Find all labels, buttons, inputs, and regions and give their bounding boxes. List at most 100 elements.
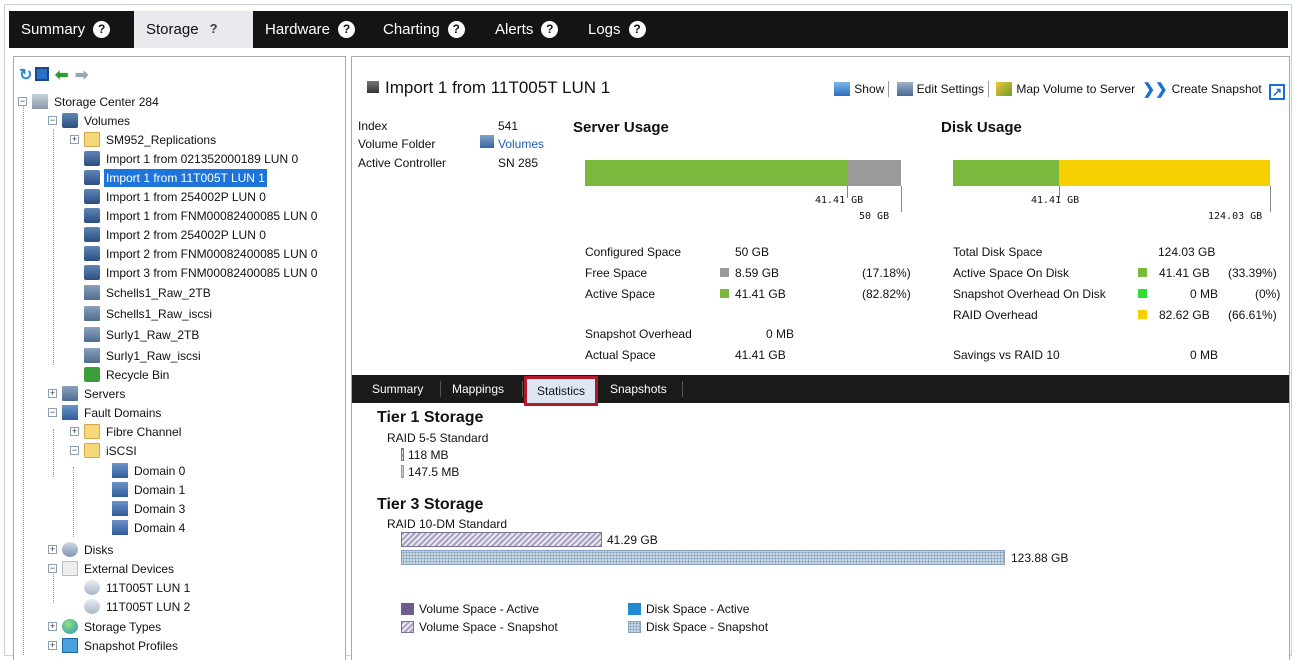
expand-icon[interactable]: + [70, 135, 79, 144]
tree-item-volume-selected[interactable]: Import 1 from 11T005T LUN 1 [48, 169, 338, 187]
map-volume-button[interactable]: Map Volume to Server [996, 82, 1135, 96]
legend-label: Disk Space - Active [646, 602, 750, 616]
snapshot-overhead-on-disk-value: 0 MB [1190, 287, 1219, 301]
edit-settings-label: Edit Settings [916, 82, 985, 96]
storage-center-icon [32, 94, 48, 109]
raw-volume-icon [84, 327, 100, 342]
tree-item-domain[interactable]: Domain 0 [48, 462, 338, 480]
tree-item-volume[interactable]: Import 2 from 254002P LUN 0 [48, 226, 338, 244]
tree-item-fault-domains[interactable]: − Fault Domains [48, 404, 338, 422]
tab-charting[interactable]: Charting? [371, 11, 485, 48]
tree-item-volume[interactable]: Schells1_Raw_iscsi [48, 305, 338, 323]
external-link-icon[interactable]: ↗ [1269, 84, 1285, 100]
total-disk-space-value: 124.03 GB [1158, 245, 1216, 259]
back-arrow-icon[interactable]: ⬅ [55, 65, 68, 85]
collapse-icon[interactable]: − [48, 116, 57, 125]
tree-item-fibre-channel[interactable]: + Fibre Channel [48, 423, 338, 441]
help-icon[interactable]: ? [447, 21, 465, 38]
help-icon[interactable]: ? [93, 21, 111, 38]
tree-item-volumes[interactable]: − Volumes [48, 112, 338, 130]
expand-icon[interactable]: + [48, 389, 57, 398]
tree-item-volume[interactable]: Schells1_Raw_2TB [48, 284, 338, 302]
help-icon[interactable]: ? [338, 21, 356, 38]
tab-storage[interactable]: Storage? [134, 11, 253, 48]
legend-swatch [401, 621, 414, 633]
tab-summary[interactable]: Summary? [9, 11, 129, 48]
tree-item-volume[interactable]: Import 1 from 254002P LUN 0 [48, 188, 338, 206]
tree-item-external-devices[interactable]: − External Devices [48, 560, 338, 578]
active-space-swatch [720, 289, 729, 298]
refresh-icon[interactable]: ↻ [19, 65, 32, 85]
collapse-icon[interactable]: − [70, 446, 79, 455]
tab-mappings[interactable]: Mappings [442, 375, 514, 403]
savings-vs-raid10-value: 0 MB [1190, 348, 1219, 362]
collapse-icon[interactable]: − [48, 564, 57, 573]
expand-icon[interactable]: + [48, 545, 57, 554]
tree-item-disks[interactable]: + Disks [48, 541, 338, 559]
raid-overhead-percent: (66.61%) [1228, 308, 1277, 322]
tree-item-domain[interactable]: Domain 4 [48, 519, 338, 537]
tab-label: Hardware [265, 21, 331, 38]
tree-label: Volumes [84, 114, 131, 128]
tab-detail-summary[interactable]: Summary [362, 375, 433, 403]
total-disk-space-label: Total Disk Space [953, 245, 1043, 259]
server-usage-used-label: 41.41 GB [815, 195, 864, 206]
volume-icon [84, 265, 100, 280]
server-usage-total-label: 50 GB [859, 211, 890, 222]
tree-root[interactable]: − Storage Center 284 [18, 93, 338, 111]
tree-item-domain[interactable]: Domain 1 [48, 481, 338, 499]
tree-label: Domain 3 [134, 502, 186, 516]
tree-item-storage-types[interactable]: + Storage Types [48, 618, 338, 636]
tab-label: Alerts [495, 21, 534, 38]
tree-label: Domain 0 [134, 464, 186, 478]
tab-statistics[interactable]: Statistics [524, 376, 599, 406]
tree-item-external-device[interactable]: 11T005T LUN 1 [48, 579, 338, 597]
forward-arrow-icon[interactable]: ➡ [75, 65, 88, 85]
server-usage-used-bar [585, 160, 847, 186]
tree-item-volume[interactable]: Import 2 from FNM00082400085 LUN 0 [48, 245, 338, 263]
tree-label: Import 3 from FNM00082400085 LUN 0 [106, 266, 318, 280]
tab-hardware[interactable]: Hardware? [253, 11, 373, 48]
tree-item-volume[interactable]: Surly1_Raw_iscsi [48, 347, 338, 365]
tree-item-snapshot-profiles[interactable]: + Snapshot Profiles [48, 637, 338, 655]
expand-icon[interactable]: + [70, 427, 79, 436]
tree-item-volume[interactable]: Import 1 from 021352000189 LUN 0 [48, 150, 338, 168]
help-icon[interactable]: ? [541, 21, 559, 38]
tree-label: Schells1_Raw_iscsi [106, 307, 213, 321]
tree-item-recycle-bin[interactable]: Recycle Bin [48, 366, 338, 384]
tab-label: Summary [21, 21, 86, 38]
tree-item-external-device[interactable]: 11T005T LUN 2 [48, 598, 338, 616]
collapse-icon[interactable]: − [18, 97, 27, 106]
help-icon[interactable]: ? [628, 21, 646, 38]
tree-item-volume-folder[interactable]: + SM952_Replications [48, 131, 338, 149]
tree-label: Storage Types [84, 620, 162, 634]
tree-label: Import 1 from 021352000189 LUN 0 [106, 152, 299, 166]
tab-snapshots[interactable]: Snapshots [600, 375, 677, 403]
tree-item-servers[interactable]: + Servers [48, 385, 338, 403]
tree-item-volume[interactable]: Import 3 from FNM00082400085 LUN 0 [48, 264, 338, 282]
folder-icon [84, 132, 100, 147]
collapse-icon[interactable]: − [48, 408, 57, 417]
tab-alerts[interactable]: Alerts? [483, 11, 579, 48]
expand-icon[interactable]: + [48, 622, 57, 631]
separator [522, 381, 523, 397]
expand-icon[interactable]: + [48, 641, 57, 650]
tree-item-iscsi[interactable]: − iSCSI [48, 442, 338, 460]
edit-settings-button[interactable]: Edit Settings [896, 82, 985, 96]
active-controller-value: SN 285 [498, 156, 539, 170]
tab-logs[interactable]: Logs? [576, 11, 666, 48]
volume-folder-link[interactable]: Volumes [498, 137, 544, 151]
volume-icon [84, 227, 100, 242]
tree-item-domain[interactable]: Domain 3 [48, 500, 338, 518]
domain-icon [112, 501, 128, 516]
tree-label: Import 1 from FNM00082400085 LUN 0 [106, 209, 318, 223]
raw-volume-icon [84, 348, 100, 363]
create-snapshot-button[interactable]: ❯❯ Create Snapshot [1142, 80, 1261, 98]
volume-icon [367, 81, 379, 93]
tree-item-volume[interactable]: Import 1 from FNM00082400085 LUN 0 [48, 207, 338, 225]
tree-item-volume[interactable]: Surly1_Raw_2TB [48, 326, 338, 344]
show-button[interactable]: Show [834, 82, 884, 96]
help-icon[interactable]: ? [206, 20, 221, 37]
map-volume-icon [996, 82, 1013, 96]
save-icon[interactable] [35, 67, 49, 81]
